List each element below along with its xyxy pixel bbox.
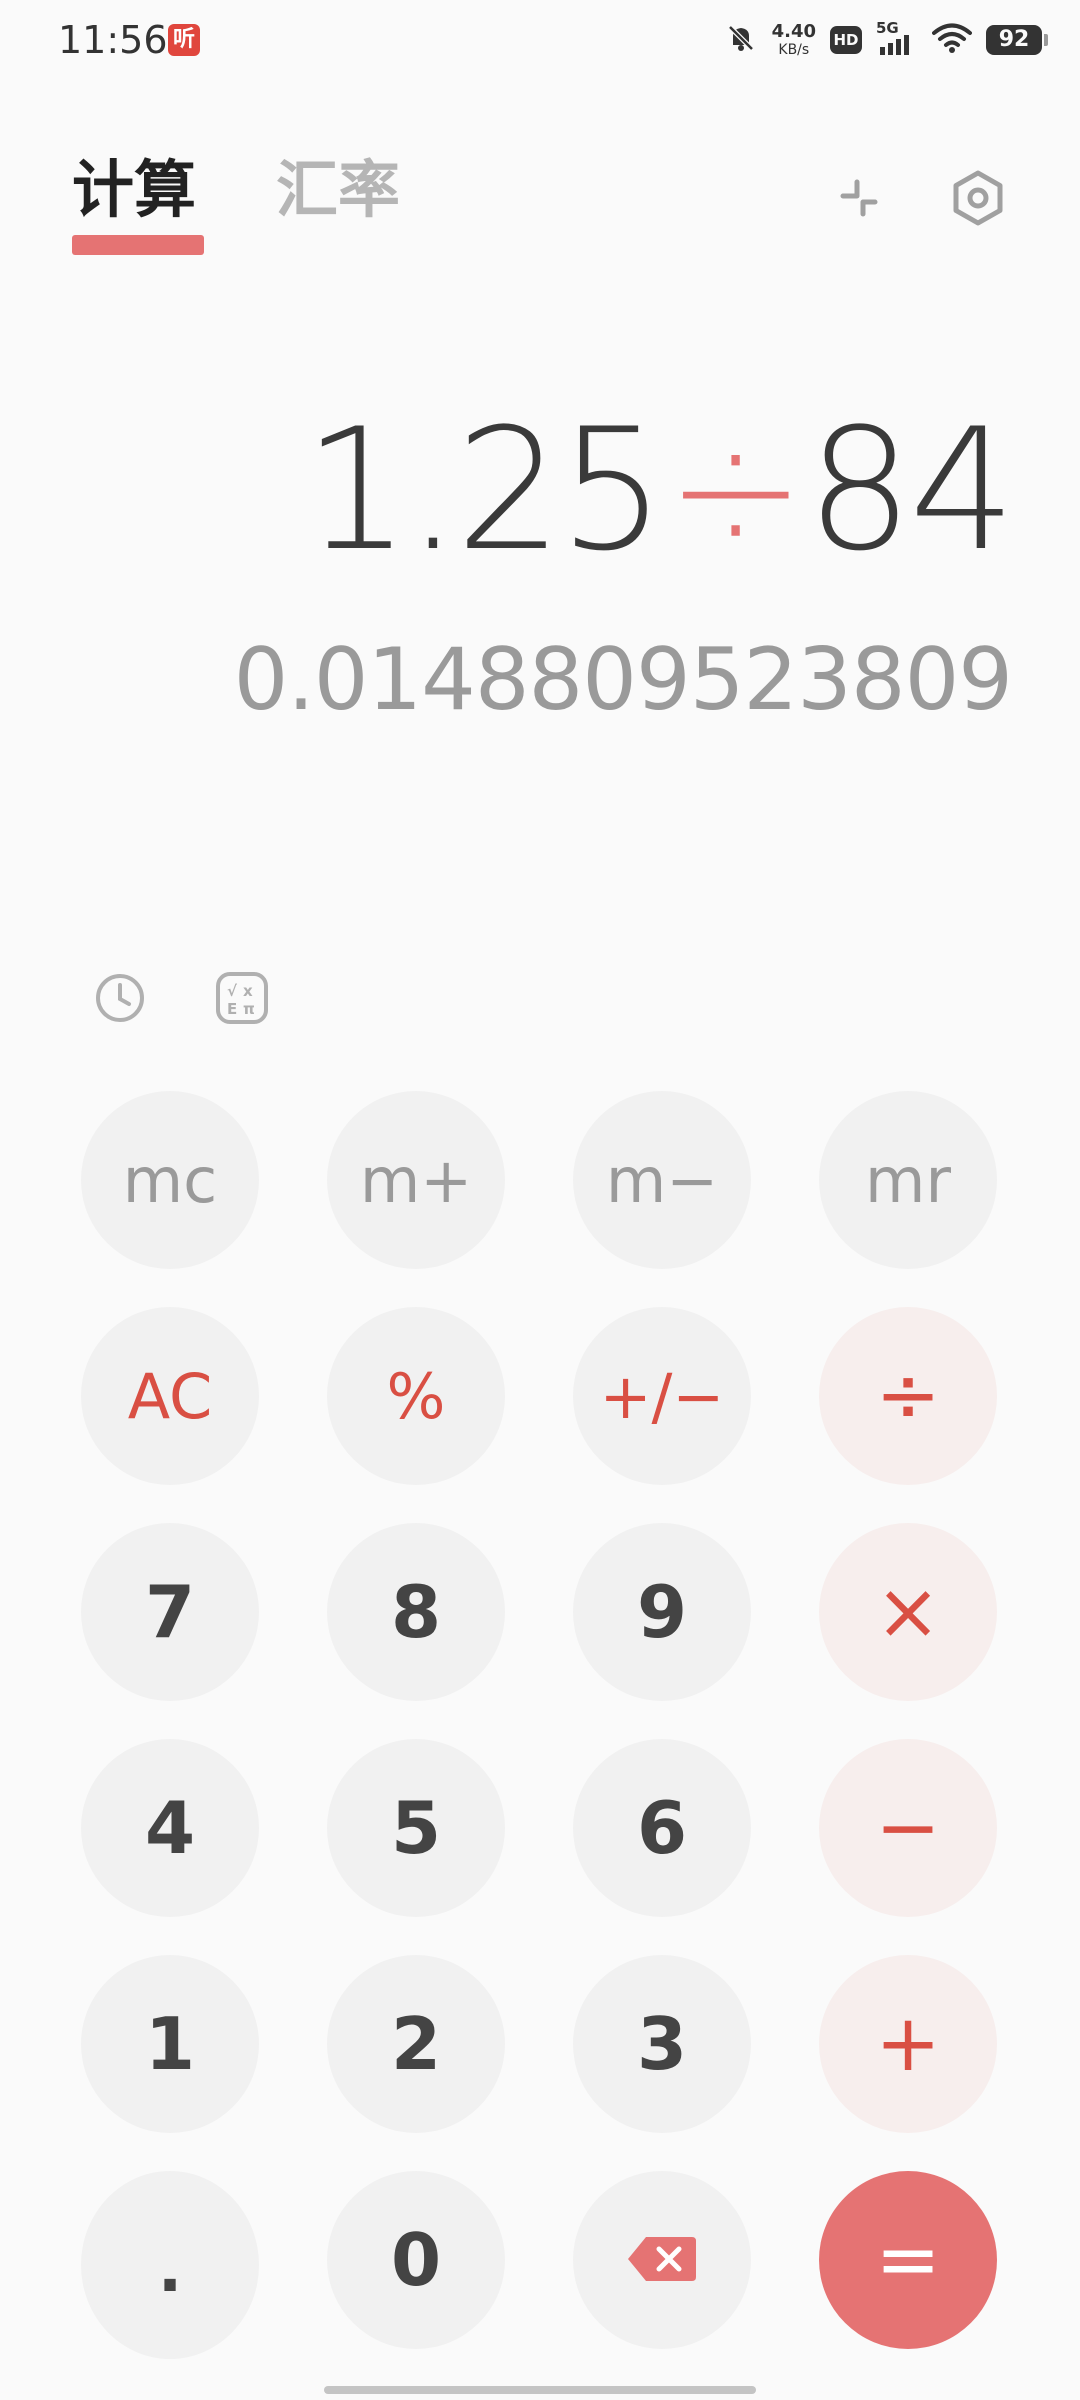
digit-2-button[interactable]: 2 [327, 1955, 505, 2133]
home-indicator[interactable] [324, 2386, 756, 2394]
digit-0-button[interactable]: 0 [327, 2171, 505, 2349]
digit-8-button[interactable]: 8 [327, 1523, 505, 1701]
expression-operand2: 84 [806, 392, 1016, 588]
signal-5g-icon: 5G [876, 19, 918, 57]
status-icons: 4.40 KB/s HD 5G 92 [724, 18, 1048, 62]
status-time: 11:56 [58, 18, 168, 62]
settings-icon[interactable] [942, 162, 1014, 234]
svg-text:E: E [227, 1000, 237, 1018]
expression-display: 1.25 ÷ 84 [303, 392, 1016, 588]
mute-bell-icon [724, 21, 758, 59]
multiply-button[interactable]: × [819, 1523, 997, 1701]
svg-text:π: π [243, 1000, 255, 1018]
digit-4-button[interactable]: 4 [81, 1739, 259, 1917]
digit-6-button[interactable]: 6 [573, 1739, 751, 1917]
network-speed-unit: KB/s [778, 42, 810, 58]
add-button[interactable]: + [819, 1955, 997, 2133]
history-icon[interactable] [88, 966, 152, 1030]
percent-button[interactable]: % [327, 1307, 505, 1485]
tab-exchange-rate[interactable]: 汇率 [276, 150, 400, 230]
scientific-mode-icon[interactable]: √ x E π [210, 966, 274, 1030]
negate-button[interactable]: +/− [573, 1307, 751, 1485]
hd-badge: HD [830, 26, 862, 54]
expression-operator: ÷ [665, 392, 806, 588]
divide-button[interactable]: ÷ [819, 1307, 997, 1485]
svg-text:√: √ [227, 982, 238, 1000]
digit-9-button[interactable]: 9 [573, 1523, 751, 1701]
m-plus-button[interactable]: m+ [327, 1091, 505, 1269]
m-minus-button[interactable]: m− [573, 1091, 751, 1269]
battery-indicator: 92 [986, 25, 1048, 55]
backspace-icon [626, 2218, 698, 2302]
calculator-screen: 11:56 听 4.40 KB/s HD 5G 92 计算 汇率 1.25 ÷ … [0, 0, 1080, 2400]
tab-calculate[interactable]: 计算 [72, 150, 196, 230]
digit-7-button[interactable]: 7 [81, 1523, 259, 1701]
subtract-button[interactable]: − [819, 1739, 997, 1917]
backspace-button[interactable] [573, 2171, 751, 2349]
active-tab-indicator [72, 235, 204, 255]
network-speed: 4.40 KB/s [771, 21, 816, 58]
digit-1-button[interactable]: 1 [81, 1955, 259, 2133]
decimal-point-button[interactable]: . [81, 2171, 259, 2359]
expression-operand1: 1.25 [303, 392, 665, 588]
equals-button[interactable]: = [819, 2171, 997, 2349]
digit-3-button[interactable]: 3 [573, 1955, 751, 2133]
mr-button[interactable]: mr [819, 1091, 997, 1269]
collapse-icon[interactable] [823, 162, 895, 234]
svg-text:x: x [243, 982, 253, 1000]
digit-5-button[interactable]: 5 [327, 1739, 505, 1917]
all-clear-button[interactable]: AC [81, 1307, 259, 1485]
notification-badge: 听 [168, 24, 200, 56]
mc-button[interactable]: mc [81, 1091, 259, 1269]
network-speed-value: 4.40 [771, 21, 816, 42]
result-display: 0.0148809523809 [233, 630, 1013, 730]
status-bar: 11:56 听 4.40 KB/s HD 5G 92 [0, 0, 1080, 80]
wifi-icon [932, 22, 972, 58]
